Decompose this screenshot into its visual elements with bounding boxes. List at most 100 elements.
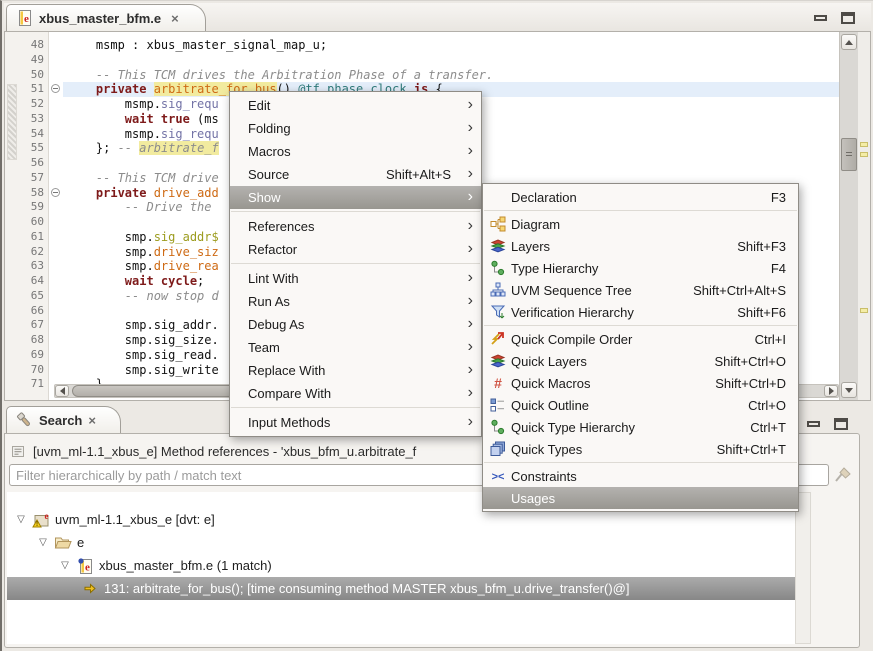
minimize-button[interactable]	[807, 421, 820, 427]
editor-tabbar: e xbus_master_bfm.e ×	[4, 3, 871, 31]
menu-item-show[interactable]: Show›	[230, 186, 481, 209]
menu-item-debug-as[interactable]: Debug As›	[230, 313, 481, 336]
code-token: sig_requ	[161, 127, 219, 141]
diagram-icon	[489, 216, 507, 232]
folder-open-icon	[54, 535, 72, 550]
search-flashlight-icon	[15, 412, 33, 429]
code-token: private	[96, 186, 147, 200]
code-token: -- Drive the	[67, 200, 219, 214]
tree-row[interactable]: 131: arbitrate_for_bus(); [time consumin…	[7, 577, 795, 600]
code-token: smp.	[67, 245, 154, 259]
e-file-icon: e	[15, 10, 33, 26]
layers-icon	[489, 353, 507, 369]
clear-filter-broom-icon[interactable]	[833, 464, 855, 489]
editor-tab-title: xbus_master_bfm.e	[39, 11, 161, 26]
submenu-arrow-icon: ›	[461, 270, 473, 286]
menu-item-edit[interactable]: Edit›	[230, 94, 481, 117]
line-number: 49	[19, 53, 48, 68]
tree-row[interactable]: ▽e	[7, 531, 795, 554]
code-token: (ms	[190, 112, 219, 126]
line-number: 60	[19, 215, 48, 230]
menu-item-lint-with[interactable]: Lint With ›	[230, 267, 481, 290]
menu-item-folding[interactable]: Folding›	[230, 117, 481, 140]
scroll-down-icon[interactable]	[841, 382, 857, 398]
menu-item-type-hierarchy[interactable]: Type HierarchyF4	[483, 257, 798, 279]
occurrence-marker[interactable]	[860, 308, 868, 313]
show-submenu: DeclarationF3 DiagramLayersShift+F3Type H…	[482, 183, 799, 512]
menu-item-source[interactable]: SourceShift+Alt+S›	[230, 163, 481, 186]
vertical-scroll-thumb[interactable]	[841, 138, 857, 171]
menu-item-input-methods[interactable]: Input Methods›	[230, 411, 481, 434]
menu-item-quick-type-hierarchy[interactable]: Quick Type HierarchyCtrl+T	[483, 416, 798, 438]
close-icon[interactable]: ×	[88, 413, 96, 428]
line-number: 66	[19, 304, 48, 319]
scroll-left-icon[interactable]	[55, 385, 69, 397]
scroll-up-icon[interactable]	[841, 34, 857, 50]
menu-item-uvm-sequence-tree[interactable]: UVM Sequence TreeShift+Ctrl+Alt+S	[483, 279, 798, 301]
menu-item-run-as[interactable]: Run As ›	[230, 290, 481, 313]
line-number: 53	[19, 112, 48, 127]
code-token: --	[118, 141, 140, 155]
menu-shortcut: F4	[771, 261, 790, 276]
code-token	[67, 82, 96, 96]
code-token	[67, 186, 96, 200]
occurrence-marker[interactable]	[860, 152, 868, 157]
svg-text:#: #	[494, 375, 502, 391]
menu-item-references[interactable]: References›	[230, 215, 481, 238]
editor-tab[interactable]: e xbus_master_bfm.e ×	[6, 4, 206, 31]
menu-item-declaration[interactable]: DeclarationF3	[483, 186, 798, 208]
expander-icon[interactable]: ▽	[59, 560, 71, 571]
macros-icon: #	[489, 375, 507, 391]
menu-item-label: Lint With	[248, 271, 299, 286]
menu-item-compare-with[interactable]: Compare With›	[230, 382, 481, 405]
fold-collapse-icon[interactable]	[51, 84, 60, 93]
line-number: 65	[19, 289, 48, 304]
submenu-arrow-icon: ›	[461, 339, 473, 355]
tree-scrollbar[interactable]	[795, 492, 811, 644]
menu-item-quick-compile-order[interactable]: Quick Compile OrderCtrl+I	[483, 328, 798, 350]
menu-item-replace-with[interactable]: Replace With›	[230, 359, 481, 382]
layers-icon	[489, 238, 507, 254]
submenu-arrow-icon: ›	[461, 293, 473, 309]
menu-item-quick-macros[interactable]: #Quick MacrosShift+Ctrl+D	[483, 372, 798, 394]
line-number: 58	[19, 186, 48, 201]
compile-order-icon	[489, 331, 507, 347]
minimize-button[interactable]	[814, 15, 827, 21]
code-token: sig_requ	[161, 97, 219, 111]
code-token: arbitrate_f	[139, 141, 218, 155]
tree-row[interactable]: ▽exbus_master_bfm.e (1 match)	[7, 554, 795, 577]
menu-item-label: Quick Types	[511, 442, 582, 457]
vertical-scrollbar[interactable]	[839, 32, 858, 400]
menu-shortcut: Ctrl+O	[748, 398, 790, 413]
menu-item-quick-layers[interactable]: Quick LayersShift+Ctrl+O	[483, 350, 798, 372]
menu-item-quick-outline[interactable]: Quick Outline Ctrl+O	[483, 394, 798, 416]
menu-item-diagram[interactable]: Diagram	[483, 213, 798, 235]
code-token: -- This TCM drives the Arbitration Phase…	[67, 68, 493, 82]
menu-item-label: Quick Outline	[511, 398, 589, 413]
expander-icon[interactable]: ▽	[37, 537, 49, 548]
fold-collapse-icon[interactable]	[51, 188, 60, 197]
expander-icon[interactable]: ▽	[15, 514, 27, 525]
menu-item-label: Refactor	[248, 242, 297, 257]
menu-item-team[interactable]: Team›	[230, 336, 481, 359]
menu-item-label: Compare With	[248, 386, 331, 401]
menu-item-quick-types[interactable]: Quick TypesShift+Ctrl+T	[483, 438, 798, 460]
menu-item-label: Quick Compile Order	[511, 332, 632, 347]
menu-item-verification-hierarchy[interactable]: Verification HierarchyShift+F6	[483, 301, 798, 323]
menu-item-refactor[interactable]: Refactor›	[230, 238, 481, 261]
search-results-tree[interactable]: ▽!euvm_ml-1.1_xbus_e [dvt: e]▽e▽exbus_ma…	[7, 492, 795, 644]
menu-item-label: Run As	[248, 294, 290, 309]
maximize-button[interactable]	[841, 12, 855, 24]
occurrence-marker[interactable]	[860, 142, 868, 147]
search-tab[interactable]: Search ×	[6, 406, 121, 433]
menu-item-macros[interactable]: Macros›	[230, 140, 481, 163]
menu-item-constraints[interactable]: ><Constraints	[483, 465, 798, 487]
menu-item-layers[interactable]: LayersShift+F3	[483, 235, 798, 257]
close-icon[interactable]: ×	[171, 11, 179, 26]
line-number: 69	[19, 348, 48, 363]
menu-item-usages[interactable]: Usages	[483, 487, 798, 509]
line-number: 63	[19, 259, 48, 274]
overview-ruler	[858, 32, 870, 400]
scroll-right-icon[interactable]	[824, 385, 838, 397]
maximize-button[interactable]	[834, 418, 848, 430]
